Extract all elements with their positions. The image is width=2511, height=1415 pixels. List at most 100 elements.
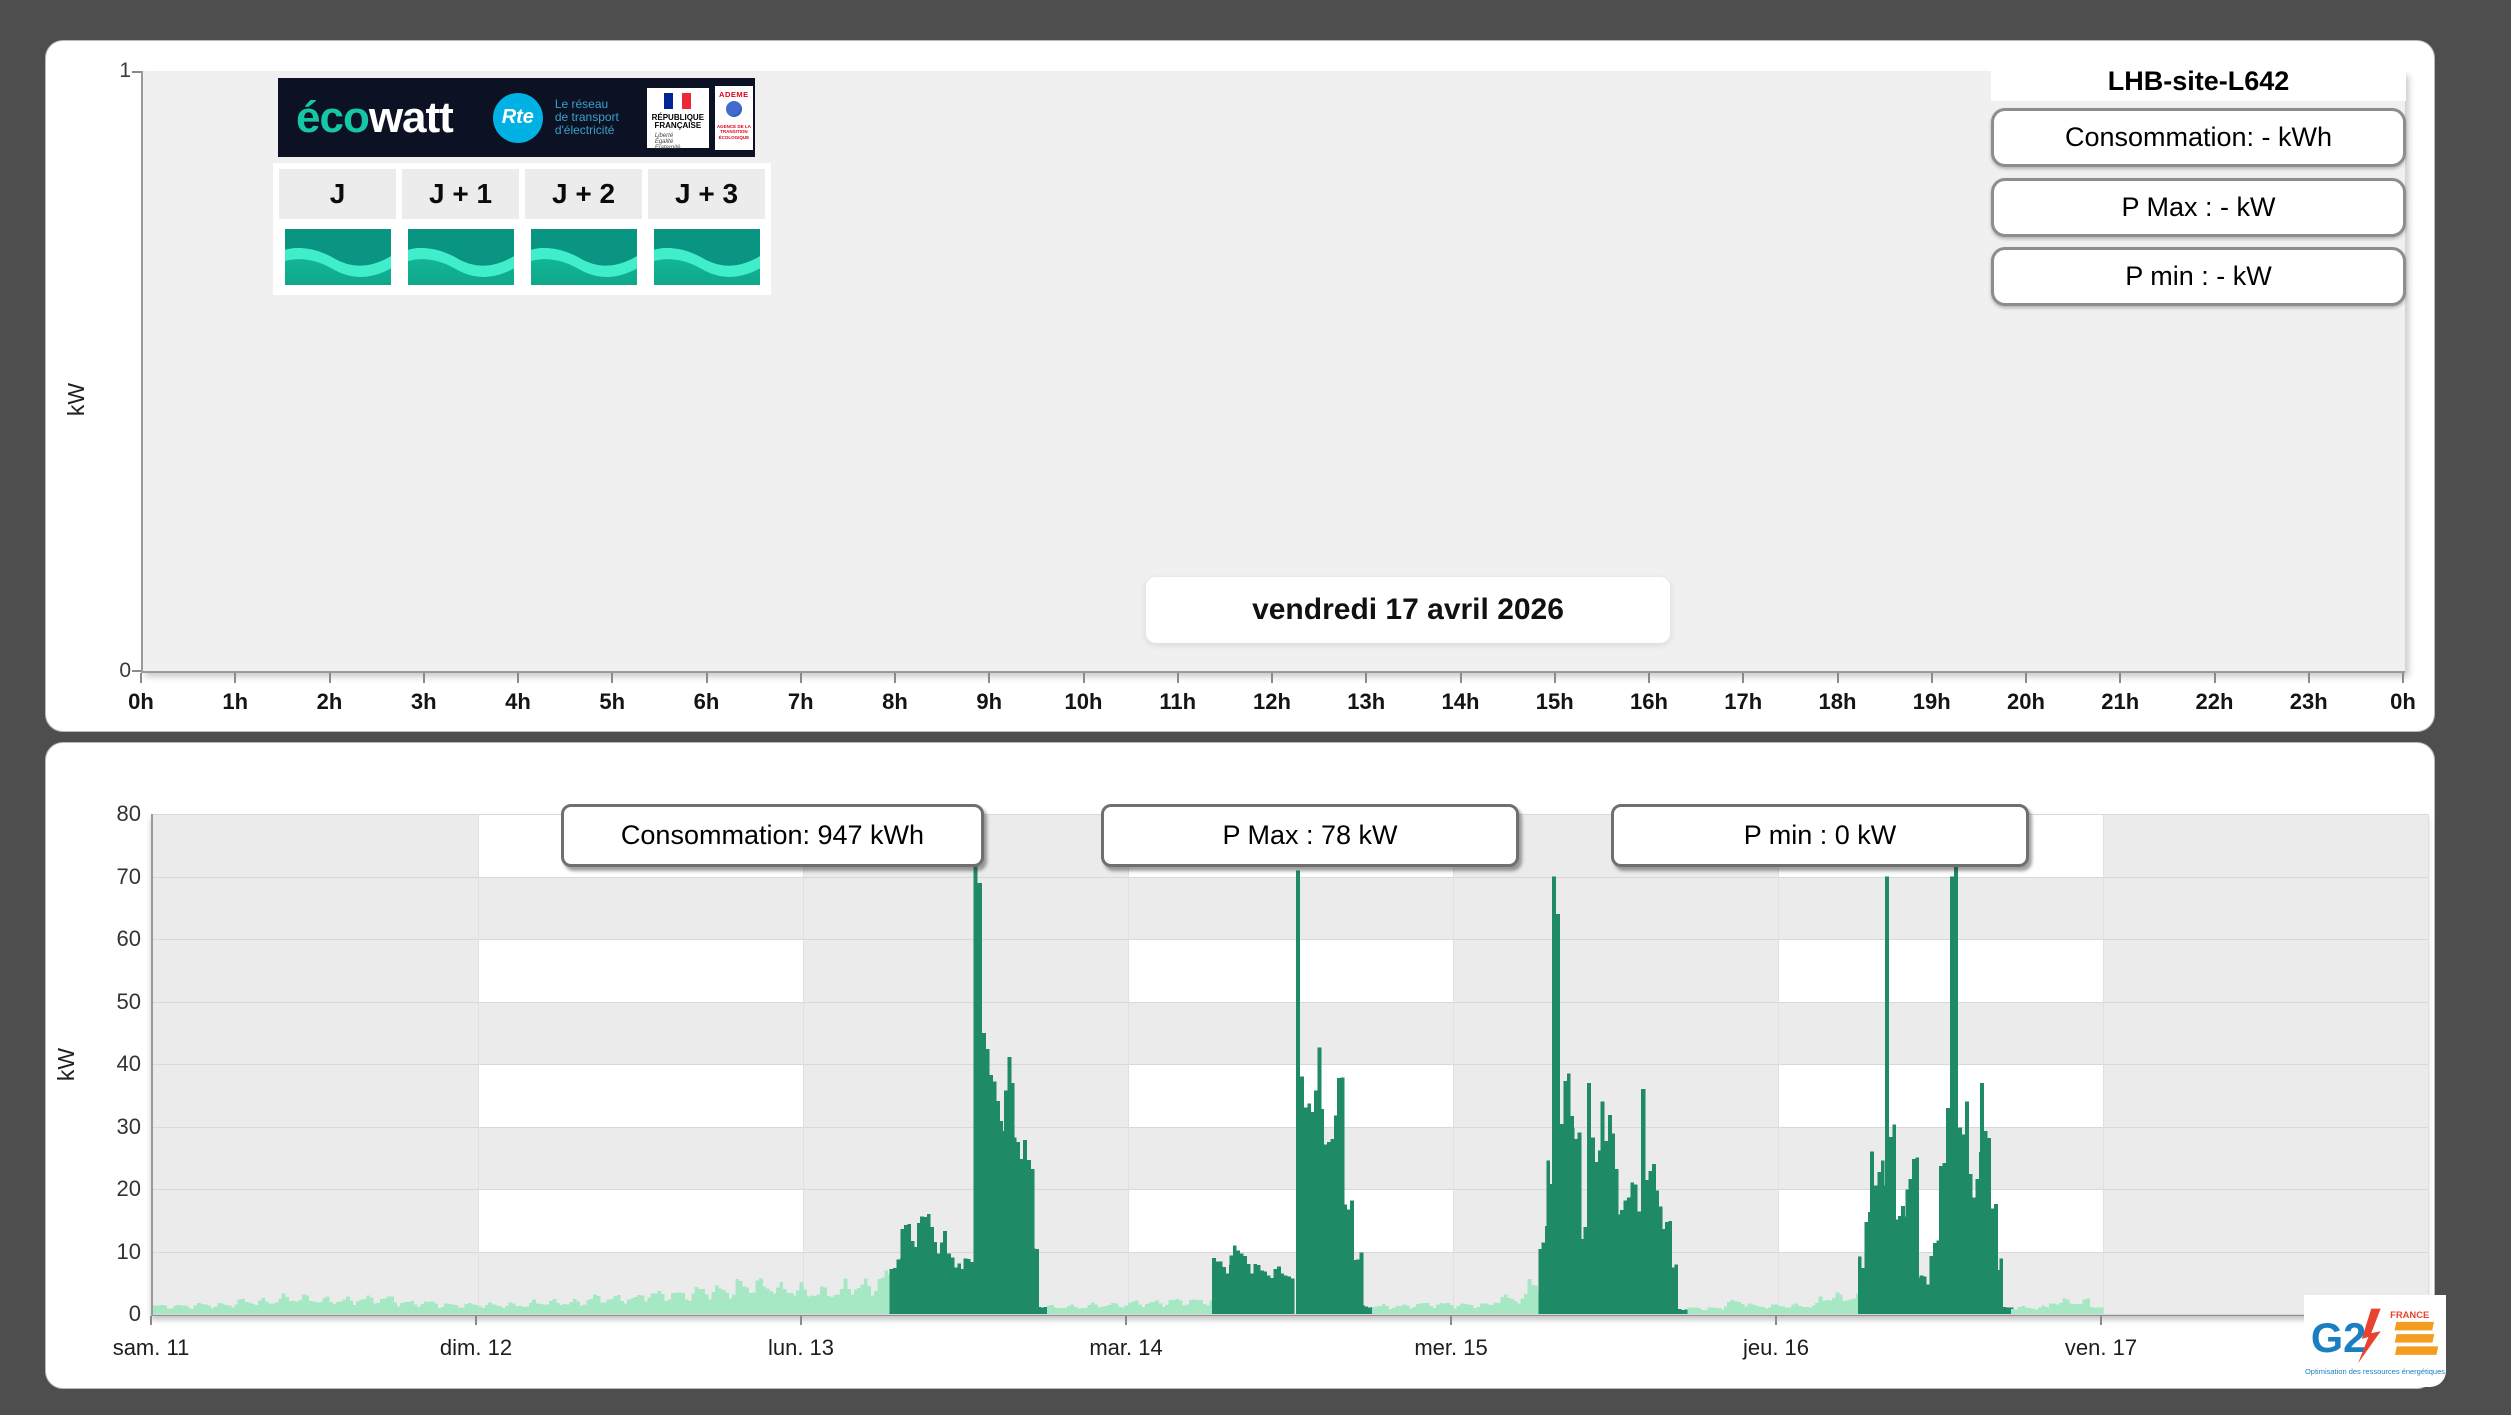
hour-tick [1082,673,1085,683]
french-flag-icon [664,92,692,109]
ecowatt-green-signal-icon [284,229,391,285]
hour-tick [1648,673,1650,683]
y-axis-tick [132,670,141,672]
y-axis-title: kW [63,382,90,417]
hour-tick-label: 0h [128,689,154,714]
hour-tick-label: 12h [1253,689,1291,714]
day-tick-label: mar. 14 [1089,1335,1163,1360]
devise-line: Fraternité [654,144,681,151]
gridline-horizontal [153,1314,2428,1315]
week-y-tick-label: 30 [116,1113,141,1139]
hour-tick-label: 2h [316,689,343,714]
hour-tick-label: 15h [1535,689,1574,714]
tab-day-j-plus-3[interactable]: J + 3 [648,169,765,219]
day-tick [1775,1316,1777,1325]
week-y-tick-label: 10 [116,1238,141,1264]
ecowatt-energy-dashboard: écowatt Rte Le réseau de transport d'éle… [0,0,2511,1415]
ecowatt-green-signal-icon [653,229,760,285]
hour-tick [1365,673,1368,683]
week-y-axis-title: kW [53,1047,80,1082]
hour-tick-label: 20h [2007,689,2045,714]
rte-baseline-line: d'électricité [554,123,615,137]
ecowatt-wordmark-watt: watt [368,92,454,142]
hour-tick [1553,673,1556,683]
day-tick-label: sam. 11 [112,1335,190,1360]
hour-tick-label: 3h [410,689,437,714]
hour-tick [705,673,708,683]
ecowatt-wordmark-eco: éco [296,92,370,142]
hour-tick-label: 16h [1630,689,1668,714]
day-tick [1450,1316,1452,1325]
rte-logo-icon: Rte [492,92,543,143]
hour-tick [1930,673,1933,683]
selected-date-label: vendredi 17 avril 2026 [1146,577,1670,643]
hour-tick [988,673,991,683]
ecowatt-signal-swatch-2[interactable] [525,225,642,289]
ecowatt-green-signal-icon [407,229,514,285]
y-axis-tick [132,71,141,73]
hour-tick [799,673,802,683]
day-tick-label: mer. 15 [1414,1335,1488,1360]
rte-baseline-text: Le réseau de transport d'électricité [555,98,643,137]
hour-tick [2213,673,2216,683]
hour-tick-label: 5h [599,689,626,714]
tab-day-j-plus-2[interactable]: J + 2 [525,169,642,219]
hour-tick [2025,673,2027,683]
day-tick [475,1316,477,1325]
hour-tick-label: 22h [2195,689,2234,714]
ecowatt-signal-swatch-0[interactable] [279,225,396,289]
week-history-panel: Consommation: 947 kWh P Max : 78 kW P mi… [45,742,2446,1389]
hour-tick [1836,673,1839,683]
day-tick-label: lun. 13 [767,1335,835,1360]
hour-tick-label: 0h [2390,689,2416,714]
day-pmin-box: P min : - kW [1991,247,2406,306]
hour-tick [894,673,896,683]
hour-tick-label: 7h [787,689,814,714]
ademe-subtitle: ÉCOLOGIQUE [718,134,750,140]
day-pmax-box: P Max : - kW [1991,178,2406,237]
ecowatt-signal-swatch-3[interactable] [648,225,765,289]
ademe-text: ADEME [719,89,749,99]
power-bars-series[interactable] [153,814,2428,1314]
hour-tick-label: 11h [1159,689,1197,714]
hour-tick-label: 1h [222,689,249,714]
g2e-g2-text: G2 [2311,1314,2366,1361]
week-chart-plot [151,814,2429,1316]
hour-tick [422,673,425,683]
tab-day-j[interactable]: J [279,169,396,219]
week-y-tick-label: 60 [116,926,141,951]
day-consumption-box: Consommation: - kWh [1991,108,2406,167]
hour-tick [1742,673,1745,683]
tab-day-j-plus-1[interactable]: J + 1 [402,169,519,219]
day-tick-label: jeu. 16 [1742,1335,1810,1360]
hour-tick-label: 9h [976,689,1003,714]
ecowatt-logo: écowatt Rte Le réseau de transport d'éle… [278,78,755,157]
ecowatt-wordmark: écowatt [296,92,454,142]
day-tick [1125,1316,1127,1325]
hour-tick-label: 8h [882,689,908,714]
hour-tick [2307,673,2310,683]
day-tick-label: ven. 17 [2064,1335,2138,1360]
hour-tick [1459,673,1462,683]
g2e-logo-icon: G2 FRANCE [2311,1308,2439,1364]
hour-tick-label: 17h [1724,689,1763,714]
hour-tick [517,673,519,683]
hour-tick [328,673,331,683]
week-y-tick-label: 80 [116,801,141,826]
y-axis-min-label: 0 [119,659,131,682]
hour-tick-label: 13h [1347,689,1386,714]
hour-tick-label: 10h [1064,689,1103,714]
hour-tick [2119,673,2122,683]
devise-text: Liberté Égalité Fraternité [655,133,709,151]
ademe-logo: ADEME AGENCE DE LA TRANSITION ÉCOLOGIQUE [714,85,753,150]
week-pmin-box: P min : 0 kW [1611,804,2029,867]
gridline-vertical [2428,814,2429,1314]
g2e-france-logo: G2 FRANCE Optimisation des ressources én… [2304,1295,2446,1387]
g2e-france-text: FRANCE [2390,1309,2429,1320]
ecowatt-signal-swatch-1[interactable] [402,225,519,289]
hour-tick-label: 6h [693,689,720,714]
day-forecast-panel: écowatt Rte Le réseau de transport d'éle… [45,40,2435,732]
day-tick-label: dim. 12 [439,1335,513,1360]
hour-tick-label: 4h [505,689,531,714]
hour-tick-label: 23h [2289,689,2328,714]
